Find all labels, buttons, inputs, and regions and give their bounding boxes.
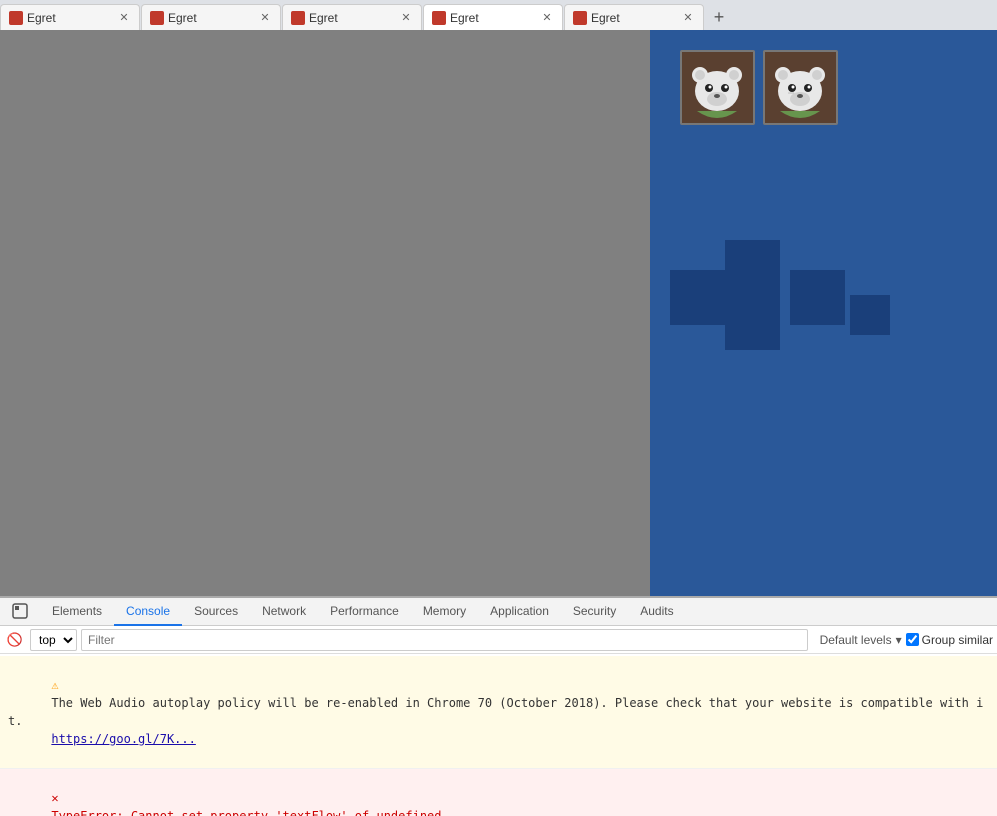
new-tab-button[interactable]: + bbox=[705, 4, 733, 30]
devtools-tab-audits[interactable]: Audits bbox=[628, 598, 685, 626]
tab-close-4[interactable]: ✕ bbox=[540, 11, 554, 25]
console-warning-line: ⚠ The Web Audio autoplay policy will be … bbox=[0, 656, 997, 769]
tab-title-3: Egret bbox=[309, 11, 395, 25]
browser-tab-2[interactable]: Egret ✕ bbox=[141, 4, 281, 30]
error-icon: ✕ bbox=[51, 791, 58, 805]
game-square-4 bbox=[790, 270, 845, 325]
game-square-2 bbox=[725, 240, 780, 295]
console-levels-label: Default levels bbox=[820, 633, 892, 647]
game-squares-area bbox=[660, 240, 980, 360]
browser-tab-4[interactable]: Egret ✕ bbox=[423, 4, 563, 30]
devtools-tab-sources[interactable]: Sources bbox=[182, 598, 250, 626]
game-square-1 bbox=[670, 270, 725, 325]
tab-favicon-5 bbox=[573, 11, 587, 25]
console-error-text: TypeError: Cannot set property 'textFlow… bbox=[51, 809, 441, 816]
devtools-tab-application[interactable]: Application bbox=[478, 598, 561, 626]
tab-title-1: Egret bbox=[27, 11, 113, 25]
tab-close-3[interactable]: ✕ bbox=[399, 11, 413, 25]
group-similar-text: Group similar bbox=[922, 633, 993, 647]
tab-favicon-3 bbox=[291, 11, 305, 25]
console-context-select[interactable]: top bbox=[30, 629, 77, 651]
tab-title-2: Egret bbox=[168, 11, 254, 25]
bear-image-2 bbox=[763, 50, 838, 125]
warning-icon: ⚠ bbox=[51, 678, 58, 692]
bear-svg-2 bbox=[768, 55, 833, 120]
tab-favicon-1 bbox=[9, 11, 23, 25]
tab-close-1[interactable]: ✕ bbox=[117, 11, 131, 25]
devtools-toolbar: Elements Console Sources Network Perform… bbox=[0, 598, 997, 626]
game-canvas-left bbox=[0, 30, 650, 596]
browser-tab-1[interactable]: Egret ✕ bbox=[0, 4, 140, 30]
tab-close-5[interactable]: ✕ bbox=[681, 11, 695, 25]
devtools-tab-elements[interactable]: Elements bbox=[40, 598, 114, 626]
inspect-icon bbox=[12, 603, 28, 619]
chevron-down-icon: ▾ bbox=[896, 633, 902, 647]
browser-tab-5[interactable]: Egret ✕ bbox=[564, 4, 704, 30]
bear-image-1 bbox=[680, 50, 755, 125]
devtools-tab-memory[interactable]: Memory bbox=[411, 598, 478, 626]
devtools-tab-security[interactable]: Security bbox=[561, 598, 628, 626]
bear-svg-1 bbox=[685, 55, 750, 120]
game-square-3 bbox=[725, 295, 780, 350]
browser-tabs-bar: Egret ✕ Egret ✕ Egret ✕ Egret ✕ Egret ✕ … bbox=[0, 0, 997, 30]
devtools-tab-console[interactable]: Console bbox=[114, 598, 182, 626]
console-filter-input[interactable] bbox=[81, 629, 808, 651]
devtools-console-output[interactable]: ⚠ The Web Audio autoplay policy will be … bbox=[0, 654, 997, 816]
tab-inspect-icon[interactable] bbox=[0, 598, 40, 626]
tab-close-2[interactable]: ✕ bbox=[258, 11, 272, 25]
console-clear-button[interactable]: 🚫 bbox=[4, 629, 26, 651]
game-square-5 bbox=[850, 295, 890, 335]
tab-title-4: Egret bbox=[450, 11, 536, 25]
devtools-tab-performance[interactable]: Performance bbox=[318, 598, 411, 626]
browser-tab-3[interactable]: Egret ✕ bbox=[282, 4, 422, 30]
devtools-tab-network[interactable]: Network bbox=[250, 598, 318, 626]
console-levels-dropdown[interactable]: Default levels ▾ bbox=[820, 633, 902, 647]
tab-title-5: Egret bbox=[591, 11, 677, 25]
devtools-console-bar: 🚫 top Default levels ▾ Group similar bbox=[0, 626, 997, 654]
tab-favicon-2 bbox=[150, 11, 164, 25]
game-canvas-right bbox=[650, 30, 997, 596]
group-similar-checkbox[interactable] bbox=[906, 633, 919, 646]
console-error-line: ✕ TypeError: Cannot set property 'textFl… bbox=[0, 769, 997, 816]
bear-images-container bbox=[680, 50, 838, 125]
console-warning-link[interactable]: https://goo.gl/7K... bbox=[51, 732, 196, 746]
devtools-panel: Elements Console Sources Network Perform… bbox=[0, 596, 997, 816]
tab-favicon-4 bbox=[432, 11, 446, 25]
group-similar-label[interactable]: Group similar bbox=[906, 633, 993, 647]
console-warning-text: The Web Audio autoplay policy will be re… bbox=[8, 696, 983, 728]
main-content-area bbox=[0, 30, 997, 596]
